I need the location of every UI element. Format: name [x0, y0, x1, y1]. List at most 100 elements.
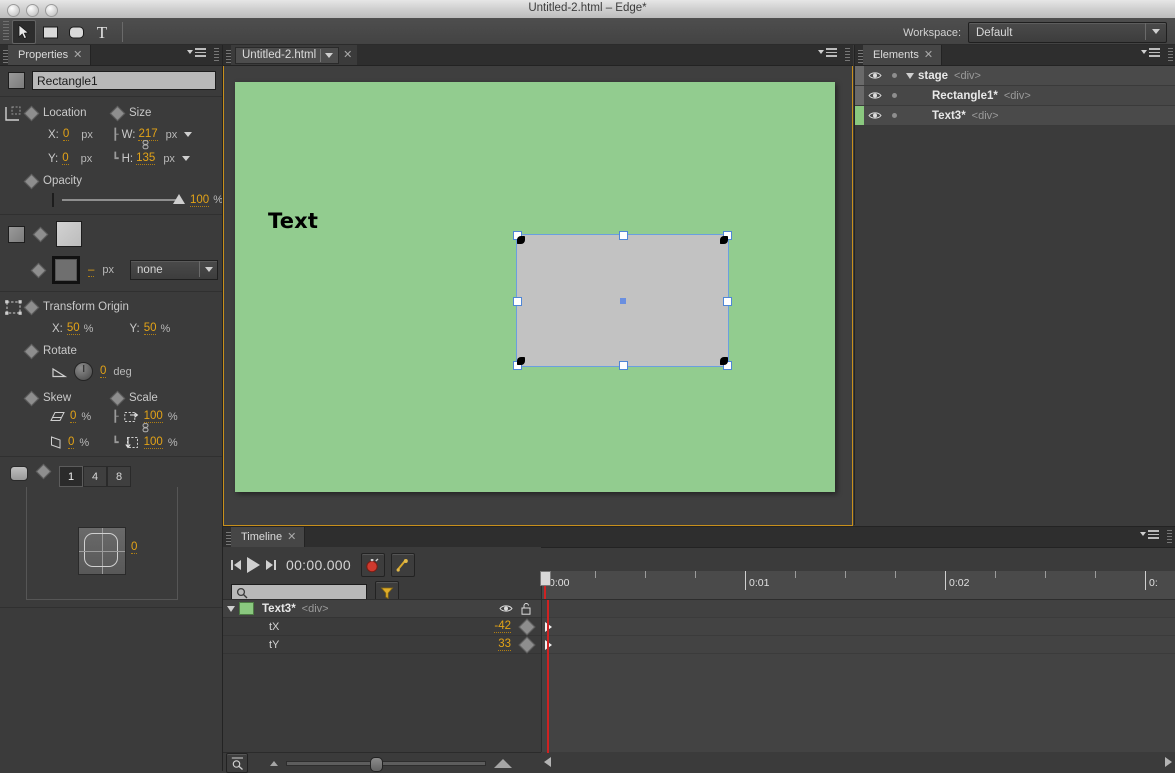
selected-rectangle-element[interactable]: [513, 231, 732, 370]
w-field-group[interactable]: ┠ W: 217 px: [112, 128, 193, 141]
scale-y-group[interactable]: ┗ 100 %: [112, 436, 178, 449]
timeline-property-row[interactable]: tY 33: [223, 636, 541, 654]
playhead-ruler-line[interactable]: [540, 571, 551, 599]
scale-y-value[interactable]: 100: [143, 436, 163, 449]
timeline-layer-row[interactable]: Text3* <div>: [223, 600, 541, 618]
corner-radius-handle-top-right[interactable]: [720, 236, 728, 244]
skew-y-value[interactable]: 0: [68, 436, 75, 449]
x-field-group[interactable]: X: 0 px: [26, 128, 112, 141]
opacity-slider-knob[interactable]: [173, 194, 185, 204]
corner-radius-handle-bottom-right[interactable]: [720, 357, 728, 365]
properties-panel-menu-button[interactable]: [187, 48, 206, 57]
expand-collapse-toggle[interactable]: [902, 72, 918, 79]
zoom-slider-knob[interactable]: [370, 757, 383, 772]
tab-properties[interactable]: Properties ✕: [8, 45, 92, 65]
transform-origin-x-value[interactable]: 50: [66, 322, 80, 335]
zoom-to-fit-button[interactable]: [226, 753, 248, 773]
scale-label-group[interactable]: Scale: [109, 390, 158, 406]
lock-toggle[interactable]: [886, 113, 902, 118]
resize-handle-middle-right[interactable]: [723, 296, 732, 306]
rotate-label-group[interactable]: Rotate: [23, 343, 77, 359]
link-chain-icon[interactable]: [140, 140, 151, 150]
border-style-select[interactable]: none: [130, 260, 219, 280]
timeline-property-row[interactable]: tX -42: [223, 618, 541, 636]
corner-radius-handle-bottom-left[interactable]: [517, 357, 525, 365]
opacity-label-group[interactable]: Opacity: [23, 173, 82, 189]
property-value[interactable]: -42: [494, 620, 511, 633]
border-width-value[interactable]: –: [88, 264, 95, 277]
zoom-out-mountain-icon[interactable]: [270, 760, 278, 766]
eye-icon[interactable]: [499, 604, 513, 613]
close-icon[interactable]: ✕: [924, 49, 933, 61]
element-name-input[interactable]: Rectangle1: [32, 71, 216, 90]
stage-text-element[interactable]: Text: [268, 209, 318, 233]
opacity-slider[interactable]: [62, 194, 185, 206]
rectangle-tool[interactable]: [38, 20, 62, 44]
border-color-swatch[interactable]: [52, 256, 80, 284]
stage-panel-right-grip[interactable]: [845, 48, 850, 62]
toggle-pin-button[interactable]: [360, 553, 385, 577]
corner-radius-keyframe-diamond-icon[interactable]: [35, 463, 52, 480]
transform-origin-y-value[interactable]: 50: [143, 322, 157, 335]
timeline-track-property[interactable]: [542, 636, 1175, 654]
close-icon[interactable]: ✕: [343, 49, 352, 61]
scroll-right-arrow-icon[interactable]: [1165, 757, 1172, 767]
y-field-group[interactable]: Y: 0 px: [26, 152, 112, 165]
close-icon[interactable]: ✕: [287, 531, 296, 543]
tab-document[interactable]: Untitled-2.html ✕: [231, 45, 358, 65]
corner-preset-4[interactable]: 4: [83, 466, 107, 487]
elements-panel-right-grip[interactable]: [1168, 48, 1173, 62]
scale-link-row[interactable]: [0, 423, 222, 433]
stage-canvas-area[interactable]: Text: [223, 66, 853, 526]
fill-color-swatch[interactable]: [56, 221, 82, 247]
transform-origin-label-group[interactable]: Transform Origin: [23, 299, 129, 315]
toolbar-drag-grip[interactable]: [3, 21, 9, 41]
size-w-dropdown-icon[interactable]: [184, 132, 193, 137]
element-preview-swatch[interactable]: [8, 72, 25, 89]
visibility-toggle[interactable]: [864, 91, 886, 100]
scale-x-group[interactable]: ┠ 100 %: [112, 410, 178, 423]
corner-radius-value[interactable]: 0: [131, 541, 138, 554]
rotate-dial[interactable]: [74, 362, 93, 381]
size-keyframe-diamond-icon[interactable]: [109, 105, 126, 121]
workspace-select[interactable]: Default: [968, 22, 1167, 43]
skew-label-group[interactable]: Skew: [23, 390, 112, 406]
border-style-dropdown-arrow[interactable]: [199, 261, 217, 277]
rotate-value[interactable]: 0: [100, 365, 107, 378]
auto-keyframe-button[interactable]: [390, 553, 415, 577]
opacity-keyframe-diamond-icon[interactable]: [23, 173, 40, 189]
document-tab-dropdown[interactable]: [320, 48, 336, 62]
stage[interactable]: Text: [235, 82, 835, 492]
zoom-in-mountain-icon[interactable]: [494, 758, 512, 768]
fill-keyframe-diamond-icon[interactable]: [32, 226, 49, 242]
workspace-dropdown-arrow[interactable]: [1145, 23, 1166, 40]
property-value[interactable]: 33: [498, 638, 511, 651]
scroll-left-arrow-icon[interactable]: [544, 757, 551, 767]
document-tab-inner[interactable]: Untitled-2.html: [235, 46, 340, 64]
resize-handle-middle-left[interactable]: [513, 296, 522, 306]
stage-panel-menu-button[interactable]: [818, 48, 837, 57]
go-to-start-button[interactable]: [231, 560, 241, 570]
corner-preset-1[interactable]: 1: [59, 466, 83, 487]
text-tool[interactable]: T: [90, 20, 114, 44]
corner-preset-8[interactable]: 8: [107, 466, 131, 487]
size-link-row[interactable]: [0, 140, 222, 150]
playhead-line[interactable]: [547, 600, 549, 753]
corner-radius-grid[interactable]: [78, 527, 126, 575]
resize-handle-top-center[interactable]: [618, 231, 628, 240]
element-row-rectangle1[interactable]: Rectangle1* <div>: [855, 86, 1175, 106]
timeline-track-layer[interactable]: [542, 600, 1175, 618]
tab-timeline[interactable]: Timeline ✕: [231, 527, 306, 547]
layer-expand-toggle[interactable]: [223, 605, 239, 612]
skew-x-group[interactable]: 0 %: [26, 410, 112, 423]
timeline-panel-right-grip[interactable]: [1167, 530, 1172, 544]
opacity-slider-row[interactable]: 100 %: [0, 193, 222, 207]
corner-radius-handle-top-left[interactable]: [517, 236, 525, 244]
location-x-value[interactable]: 0: [62, 128, 70, 141]
timeline-ruler[interactable]: 0:00 0:01 0:02 0:: [540, 571, 1175, 599]
playhead-marker[interactable]: [540, 571, 551, 586]
size-h-dropdown-icon[interactable]: [181, 156, 190, 161]
transform-origin-keyframe-diamond-icon[interactable]: [23, 299, 40, 315]
elements-panel-menu-button[interactable]: [1141, 48, 1160, 57]
keyframe-diamond-icon[interactable]: [518, 618, 536, 635]
